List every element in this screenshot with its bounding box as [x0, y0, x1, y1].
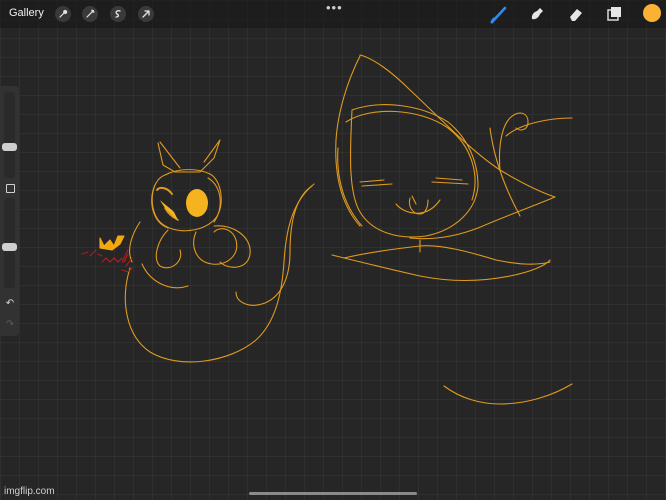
- opacity-handle[interactable]: [2, 243, 17, 251]
- color-picker-button[interactable]: [643, 4, 661, 22]
- home-indicator[interactable]: [249, 492, 417, 495]
- gallery-button[interactable]: Gallery: [9, 7, 44, 19]
- opacity-slider[interactable]: [2, 198, 17, 288]
- large-character-sketch: [331, 54, 573, 405]
- wrench-icon[interactable]: [55, 6, 71, 22]
- left-sidebar: ↶ ↷: [0, 86, 19, 336]
- magic-wand-icon[interactable]: [82, 6, 98, 22]
- brush-size-handle[interactable]: [2, 143, 17, 151]
- more-options-icon[interactable]: •••: [326, 0, 343, 15]
- artwork: [81, 54, 573, 405]
- undo-button[interactable]: ↶: [4, 297, 16, 309]
- eraser-icon[interactable]: [566, 4, 586, 24]
- modify-button[interactable]: [6, 184, 15, 193]
- top-toolbar: Gallery •••: [0, 0, 666, 28]
- selection-icon[interactable]: [110, 6, 126, 22]
- watermark-text: imgflip.com: [4, 486, 55, 497]
- brush-icon[interactable]: [489, 4, 509, 24]
- brush-size-slider[interactable]: [2, 92, 17, 178]
- redo-button[interactable]: ↷: [4, 318, 16, 330]
- red-scribbles: [81, 249, 133, 273]
- transform-arrow-icon[interactable]: [138, 6, 154, 22]
- small-cat-sketch: [124, 139, 315, 363]
- layers-icon[interactable]: [604, 4, 624, 24]
- smudge-icon[interactable]: [527, 4, 547, 24]
- drawing-canvas[interactable]: [0, 0, 666, 500]
- orange-mark: [99, 235, 125, 251]
